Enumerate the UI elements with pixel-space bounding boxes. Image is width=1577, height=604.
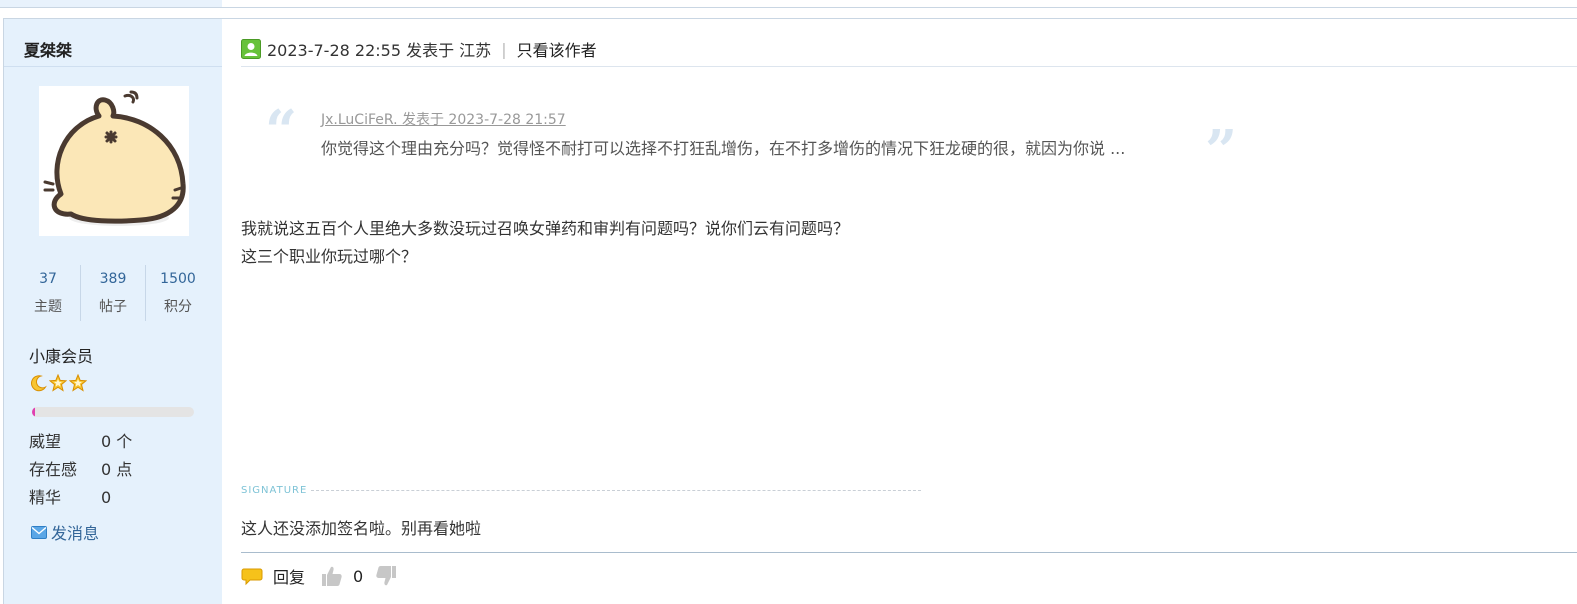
info-digest: 精华 0 [29,484,132,512]
post-body-line: 我就说这五百个人里绝大多数没玩过召唤女弹药和审判有问题吗？说你们云有问题吗？ [241,219,850,238]
avatar[interactable] [39,86,189,236]
send-message-link[interactable]: 发消息 [31,520,99,544]
level-progress-fill [32,407,36,417]
moon-icon [31,375,47,392]
stat-value: 37 [39,271,57,287]
post-main: 2023-7-28 22:55 发表于 江苏 | 只看该作者 “ Jx.LuCi… [241,19,1577,604]
thumbs-up-icon [322,566,342,586]
user-sidebar: 夏桀桀 37 主题 389 帖子 1500 积分 小康会员 威望 0 个 存在感… [4,19,222,604]
reply-label: 回复 [273,568,306,587]
top-strip-selected [0,0,222,7]
stat-posts[interactable]: 389 帖子 [81,265,146,321]
header-separator: | [501,39,507,59]
level-progress-bar [32,407,194,417]
username[interactable]: 夏桀桀 [24,37,72,61]
speech-bubble-icon [241,568,263,586]
forum-post: 夏桀桀 37 主题 389 帖子 1500 积分 小康会员 威望 0 个 存在感… [3,18,1577,604]
quote-text: 你觉得这个理由充分吗？觉得怪不耐打可以选择不打狂乱增伤，在不打多增伤的情况下狂龙… [321,139,1126,158]
quote-close-icon: ” [1205,118,1238,184]
like-count: 0 [353,566,364,586]
rank-stars [29,374,87,392]
info-key: 存在感 [29,460,78,479]
signature-label: SIGNATURE [241,485,308,496]
signature-text: 这人还没添加签名啦。别再看她啦 [241,519,482,538]
quote-open-icon: “ [265,98,298,164]
star-icon [49,374,67,392]
stat-label: 积分 [164,299,192,315]
quote-author-link[interactable]: Jx.LuCiFeR. 发表于 2023-7-28 21:57 [321,109,566,129]
thumbs-down-icon [376,566,397,586]
info-prestige: 威望 0 个 [29,428,132,456]
stat-value: 1500 [160,271,196,287]
stat-label: 主题 [34,299,62,315]
quote-block: “ Jx.LuCiFeR. 发表于 2023-7-28 21:57 你觉得这个理… [265,103,1245,179]
user-info: 威望 0 个 存在感 0 点 精华 0 [29,428,132,512]
post-header: 2023-7-28 22:55 发表于 江苏 | 只看该作者 [241,37,597,61]
stat-credits[interactable]: 1500 积分 [146,265,210,321]
post-actions: 回复 0 [241,564,397,588]
info-value: 0 个 [101,432,133,451]
info-value: 0 点 [101,460,133,479]
signature-divider: SIGNATURE [241,485,921,496]
stat-label: 帖子 [99,299,127,315]
star-icon [69,374,87,392]
post-body: 我就说这五百个人里绝大多数没玩过召唤女弹药和审判有问题吗？说你们云有问题吗？ 这… [241,215,849,271]
send-message-label: 发消息 [51,524,100,543]
info-key: 威望 [29,432,62,451]
info-value: 0 [101,488,112,507]
post-body-line: 这三个职业你玩过哪个？ [241,247,418,266]
stat-threads[interactable]: 37 主题 [16,265,81,321]
signature-dashed-line [311,490,921,491]
online-user-icon [241,39,261,59]
reply-button[interactable]: 回复 [241,564,305,588]
header-divider [241,66,1577,67]
footer-divider [241,552,1577,553]
user-stats: 37 主题 389 帖子 1500 积分 [16,265,210,321]
dislike-button[interactable] [375,565,397,587]
top-border-strip [0,0,1577,8]
info-presence: 存在感 0 点 [29,456,132,484]
user-group[interactable]: 小康会员 [29,343,93,367]
post-time: 2023-7-28 22:55 发表于 江苏 [267,41,492,60]
info-key: 精华 [29,488,62,507]
stat-value: 389 [99,271,127,287]
like-button[interactable]: 0 [321,565,363,587]
only-author-link[interactable]: 只看该作者 [517,37,597,61]
sidebar-divider [4,66,222,67]
envelope-icon [31,525,47,539]
hamster-avatar-icon [43,90,186,226]
